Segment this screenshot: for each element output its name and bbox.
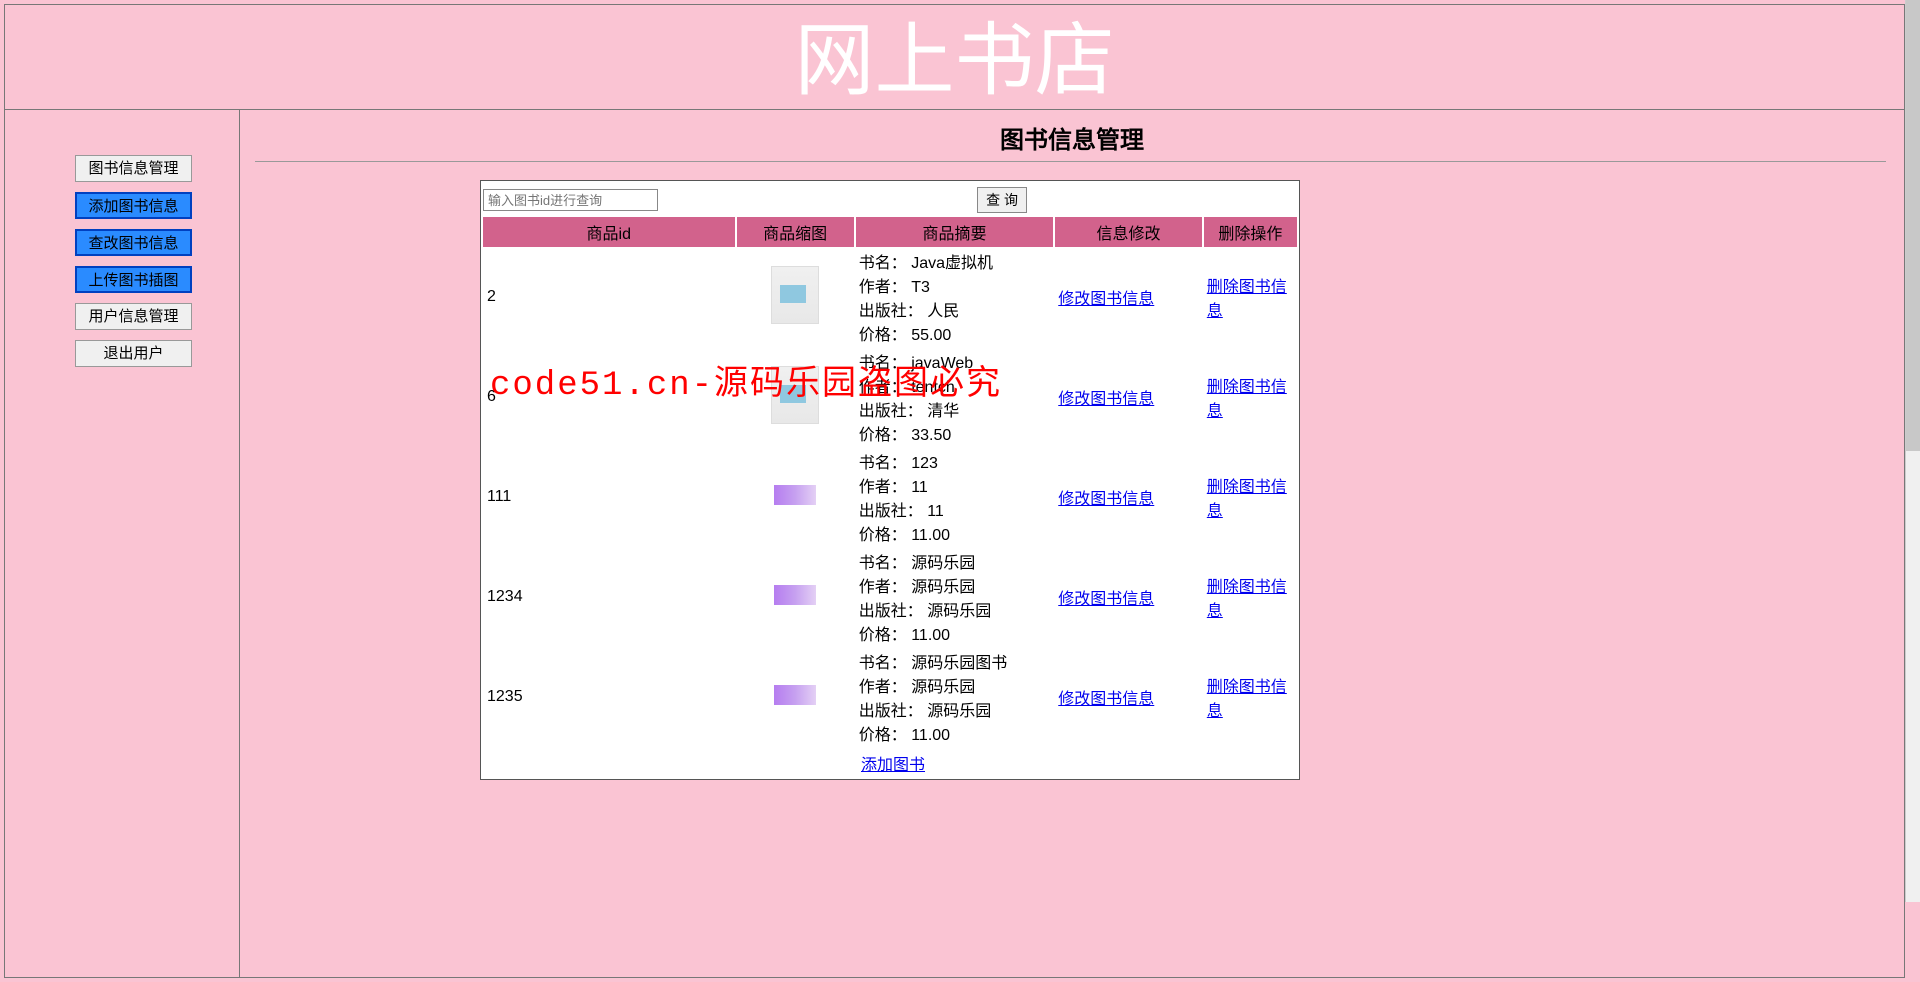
cell-modify: 修改图书信息	[1054, 247, 1203, 347]
table-header-4: 删除操作	[1203, 217, 1297, 247]
content-panel: 查 询 商品id商品缩图商品摘要信息修改删除操作 2 书名： Java虚拟机作者：…	[480, 180, 1300, 780]
cell-id: 111	[483, 447, 736, 547]
delete-book-link[interactable]: 删除图书信息	[1207, 279, 1287, 320]
cell-summary: 书名： 源码乐园作者： 源码乐园出版社： 源码乐园价格： 11.00	[855, 547, 1054, 647]
book-thumbnail-icon	[774, 685, 816, 705]
cell-id: 1234	[483, 547, 736, 647]
modify-book-link[interactable]: 修改图书信息	[1058, 691, 1154, 708]
delete-book-link[interactable]: 删除图书信息	[1207, 479, 1287, 520]
sidebar-item-1[interactable]: 添加图书信息	[75, 192, 192, 219]
cell-thumbnail	[736, 247, 855, 347]
cell-summary: 书名： 源码乐园图书作者： 源码乐园出版社： 源码乐园价格： 11.00	[855, 647, 1054, 747]
header: 网上书店	[5, 5, 1904, 109]
cell-delete: 删除图书信息	[1203, 347, 1297, 447]
sidebar-item-3[interactable]: 上传图书插图	[75, 266, 192, 293]
add-book-link[interactable]: 添加图书	[861, 757, 925, 774]
table-row: 6 书名： javaWeb作者： tentch出版社： 清华价格： 33.50修改…	[483, 347, 1297, 447]
cell-summary: 书名： javaWeb作者： tentch出版社： 清华价格： 33.50	[855, 347, 1054, 447]
table-row: 1235 书名： 源码乐园图书作者： 源码乐园出版社： 源码乐园价格： 11.00…	[483, 647, 1297, 747]
cell-thumbnail	[736, 647, 855, 747]
cell-thumbnail	[736, 447, 855, 547]
delete-book-link[interactable]: 删除图书信息	[1207, 579, 1287, 620]
cell-summary: 书名： Java虚拟机作者： T3出版社： 人民价格： 55.00	[855, 247, 1054, 347]
book-thumbnail-icon	[774, 585, 816, 605]
divider	[255, 161, 1886, 162]
cell-thumbnail	[736, 547, 855, 647]
cell-modify: 修改图书信息	[1054, 347, 1203, 447]
sidebar-item-4[interactable]: 用户信息管理	[75, 303, 192, 330]
page-title: 图书信息管理	[240, 110, 1904, 161]
table-header-3: 信息修改	[1054, 217, 1203, 247]
table-header-1: 商品缩图	[736, 217, 855, 247]
cell-modify: 修改图书信息	[1054, 447, 1203, 547]
cell-delete: 删除图书信息	[1203, 447, 1297, 547]
book-table: 商品id商品缩图商品摘要信息修改删除操作 2 书名： Java虚拟机作者： T3出…	[483, 217, 1297, 777]
delete-book-link[interactable]: 删除图书信息	[1207, 379, 1287, 420]
vertical-scrollbar[interactable]	[1905, 0, 1920, 902]
cell-thumbnail	[736, 347, 855, 447]
cell-id: 1235	[483, 647, 736, 747]
table-header-2: 商品摘要	[855, 217, 1054, 247]
modify-book-link[interactable]: 修改图书信息	[1058, 291, 1154, 308]
cell-id: 6	[483, 347, 736, 447]
site-title: 网上书店	[5, 13, 1904, 109]
modify-book-link[interactable]: 修改图书信息	[1058, 591, 1154, 608]
cell-summary: 书名： 123作者： 11出版社： 11价格： 11.00	[855, 447, 1054, 547]
main-content: 图书信息管理 查 询 商品id商品缩图商品摘要信息修改删除操作 2 书名： Jav…	[240, 110, 1904, 977]
table-add-row: 添加图书	[483, 747, 1297, 777]
table-header-0: 商品id	[483, 217, 736, 247]
book-thumbnail-icon	[774, 485, 816, 505]
modify-book-link[interactable]: 修改图书信息	[1058, 491, 1154, 508]
cell-delete: 删除图书信息	[1203, 547, 1297, 647]
cell-delete: 删除图书信息	[1203, 247, 1297, 347]
table-row: 2 书名： Java虚拟机作者： T3出版社： 人民价格： 55.00修改图书信息…	[483, 247, 1297, 347]
sidebar-item-2[interactable]: 查改图书信息	[75, 229, 192, 256]
book-thumbnail-icon	[771, 366, 819, 424]
sidebar: 图书信息管理添加图书信息查改图书信息上传图书插图用户信息管理退出用户	[5, 110, 240, 977]
cell-id: 2	[483, 247, 736, 347]
cell-modify: 修改图书信息	[1054, 547, 1203, 647]
search-button[interactable]: 查 询	[977, 187, 1027, 213]
search-input[interactable]	[483, 189, 658, 211]
table-row: 111 书名： 123作者： 11出版社： 11价格： 11.00修改图书信息 删除…	[483, 447, 1297, 547]
search-row: 查 询	[483, 183, 1297, 217]
cell-delete: 删除图书信息	[1203, 647, 1297, 747]
modify-book-link[interactable]: 修改图书信息	[1058, 391, 1154, 408]
delete-book-link[interactable]: 删除图书信息	[1207, 679, 1287, 720]
table-row: 1234 书名： 源码乐园作者： 源码乐园出版社： 源码乐园价格： 11.00修改…	[483, 547, 1297, 647]
cell-modify: 修改图书信息	[1054, 647, 1203, 747]
sidebar-item-0[interactable]: 图书信息管理	[75, 155, 192, 182]
book-thumbnail-icon	[771, 266, 819, 324]
sidebar-item-5[interactable]: 退出用户	[75, 340, 192, 367]
